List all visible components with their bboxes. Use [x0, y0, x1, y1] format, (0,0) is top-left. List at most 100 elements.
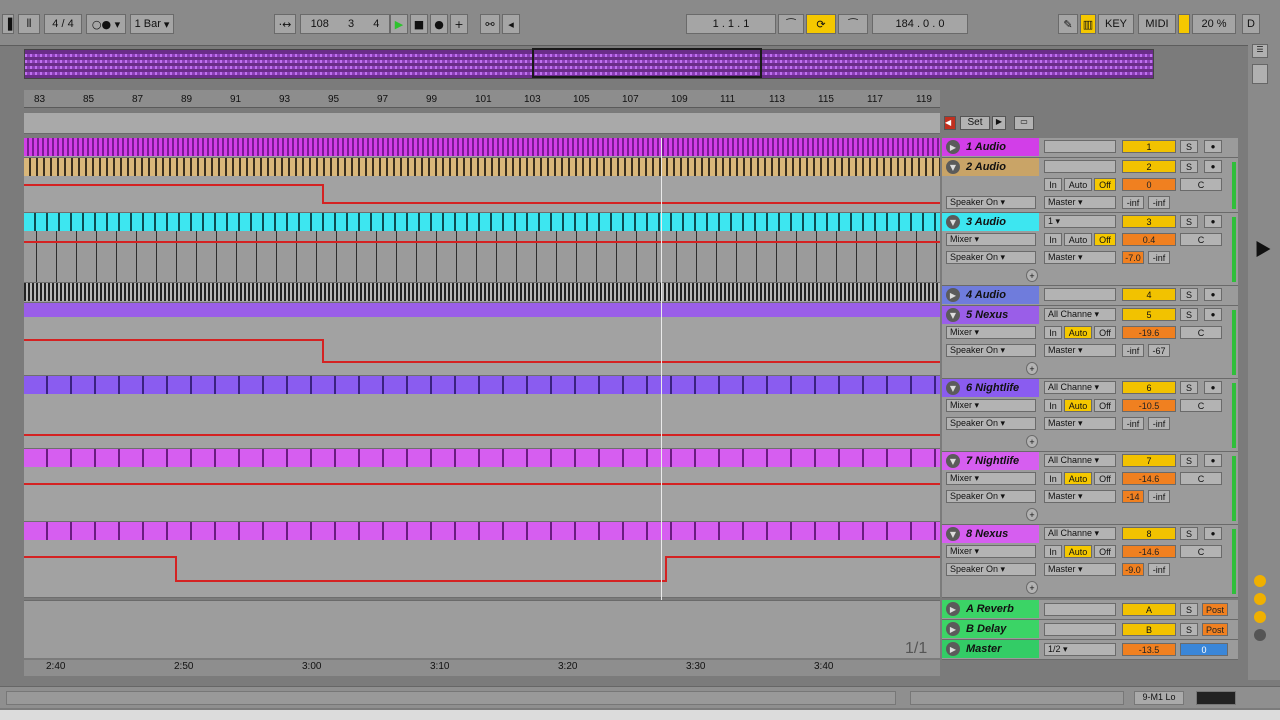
track-header[interactable]: ▼ 3 Audio 1 ▾ 3 S ● In Auto Off Mixer ▾ Speaker On… — [942, 213, 1238, 286]
computer-keyboard-button[interactable]: ▥ — [1080, 14, 1096, 34]
track-pan[interactable]: C — [1180, 233, 1222, 246]
track-header[interactable]: ▶ 1 Audio 1 S ● — [942, 138, 1238, 158]
input-type-select[interactable] — [1044, 288, 1116, 301]
track-name[interactable]: ▼ 7 Nightlife — [942, 452, 1039, 470]
post-button[interactable]: Post — [1202, 623, 1228, 636]
monitor-in-button[interactable]: In — [1044, 178, 1062, 191]
nudge-button[interactable]: ·↔ — [274, 14, 296, 34]
monitor-in-button[interactable]: In — [1044, 472, 1062, 485]
solo-button[interactable]: S — [1180, 527, 1198, 540]
track-name[interactable]: ▼ 6 Nightlife — [942, 379, 1039, 397]
automation-chooser[interactable]: Mixer ▾ — [946, 399, 1036, 412]
solo-button[interactable]: S — [1180, 160, 1198, 173]
arm-button[interactable]: ● — [1204, 160, 1222, 173]
sig-denominator[interactable]: 4 — [68, 18, 74, 30]
monitor-in-button[interactable]: In — [1044, 326, 1062, 339]
loop-length-value[interactable]: 184 . 0 . 0 — [896, 18, 945, 30]
audio-clip[interactable] — [24, 158, 940, 176]
track-activator[interactable]: 7 — [1122, 454, 1176, 467]
add-lane-button[interactable]: + — [1026, 362, 1038, 375]
arrangement-view[interactable] — [24, 138, 940, 598]
fold-icon[interactable]: ▼ — [946, 308, 960, 322]
monitor-off-button[interactable]: Off — [1094, 399, 1116, 412]
solo-button[interactable]: S — [1180, 215, 1198, 228]
return-track-header[interactable]: ▶ Master 1/2 ▾ -13.5 0 — [942, 640, 1238, 660]
midi-map-button[interactable]: MIDI — [1138, 14, 1176, 34]
audio-clip[interactable] — [24, 138, 940, 156]
automation-line[interactable] — [175, 556, 177, 580]
monitor-off-button[interactable]: Off — [1094, 326, 1116, 339]
key-map-button[interactable]: KEY — [1098, 14, 1134, 34]
automation-line[interactable] — [24, 556, 176, 558]
post-button[interactable]: Post — [1202, 603, 1228, 616]
play-button[interactable]: ▶ — [390, 14, 408, 34]
midi-clip[interactable] — [24, 449, 940, 467]
punch-out-button[interactable]: ⁀ — [838, 14, 868, 34]
send-a[interactable]: -inf — [1122, 196, 1144, 209]
track-activator[interactable]: 8 — [1122, 527, 1176, 540]
locator-next-button[interactable]: ▶ — [992, 116, 1006, 130]
track-header[interactable]: ▼ 7 Nightlife All Channe ▾ 7 S ● In Auto Off Mixe… — [942, 452, 1238, 525]
track-activator[interactable]: -13.5 — [1122, 643, 1176, 656]
track-name[interactable]: ▶ Master — [942, 640, 1039, 658]
track-header[interactable]: ▼ 6 Nightlife All Channe ▾ 6 S ● In Auto Off Mixe… — [942, 379, 1238, 452]
automation-parameter[interactable]: Speaker On ▾ — [946, 417, 1036, 430]
loop-length[interactable]: 184 . 0 . 0 — [872, 14, 968, 34]
track-name[interactable]: ▶ A Reverb — [942, 600, 1039, 618]
returns-icon[interactable] — [1254, 611, 1266, 623]
arm-button[interactable]: ● — [1204, 454, 1222, 467]
midi-clip[interactable] — [24, 376, 940, 394]
automation-arm-button[interactable]: ⚯ — [480, 14, 500, 34]
track-pan[interactable]: C — [1180, 399, 1222, 412]
automation-line[interactable] — [24, 483, 940, 485]
automation-line[interactable] — [24, 434, 940, 436]
solo-button[interactable]: S — [1180, 381, 1198, 394]
automation-parameter[interactable]: Speaker On ▾ — [946, 490, 1036, 503]
return-lanes[interactable] — [24, 600, 940, 658]
send-b[interactable]: -inf — [1148, 251, 1170, 264]
device-view-toggle[interactable] — [1196, 691, 1236, 705]
midi-clip[interactable] — [24, 303, 940, 317]
punch-in-button[interactable]: ⁀ — [778, 14, 804, 34]
input-type-select[interactable]: 1 ▾ — [1044, 215, 1116, 228]
track-activator[interactable]: 5 — [1122, 308, 1176, 321]
fold-icon[interactable]: ▶ — [946, 642, 960, 656]
sends-icon[interactable] — [1254, 593, 1266, 605]
automation-line[interactable] — [322, 202, 940, 204]
track-volume[interactable]: -14.6 — [1122, 545, 1176, 558]
loop-brace-bar[interactable] — [24, 112, 940, 134]
fold-icon[interactable]: ▼ — [946, 454, 960, 468]
track-volume[interactable]: -14.6 — [1122, 472, 1176, 485]
pos-sixteenth[interactable]: 4 — [373, 18, 379, 30]
master-volume[interactable]: 0 — [1180, 643, 1228, 656]
solo-button[interactable]: S — [1180, 140, 1198, 153]
track-pan[interactable]: C — [1180, 178, 1222, 191]
monitor-auto-button[interactable]: Auto — [1064, 233, 1092, 246]
track-pan[interactable]: C — [1180, 472, 1222, 485]
solo-button[interactable]: S — [1180, 623, 1198, 636]
arm-button[interactable]: ● — [1204, 140, 1222, 153]
fold-icon[interactable]: ▼ — [946, 215, 960, 229]
track-activator[interactable]: B — [1122, 623, 1176, 636]
monitor-off-button[interactable]: Off — [1094, 472, 1116, 485]
track-lane-1[interactable] — [24, 138, 940, 158]
tap-button[interactable]: ⦀ — [18, 14, 40, 34]
send-a[interactable]: -inf — [1122, 417, 1144, 430]
input-type-select[interactable] — [1044, 623, 1116, 636]
track-activator[interactable]: 2 — [1122, 160, 1176, 173]
io-icon[interactable] — [1254, 575, 1266, 587]
tempo-value[interactable]: 108 — [311, 18, 329, 30]
send-b[interactable]: -inf — [1148, 196, 1170, 209]
track-header[interactable]: ▶ 4 Audio 4 S ● — [942, 286, 1238, 306]
monitor-auto-button[interactable]: Auto — [1064, 472, 1092, 485]
arm-button[interactable]: ● — [1204, 527, 1222, 540]
automation-line[interactable] — [24, 184, 322, 186]
add-lane-button[interactable]: + — [1026, 581, 1038, 594]
automation-parameter[interactable]: Speaker On ▾ — [946, 344, 1036, 357]
track-volume[interactable]: -10.5 — [1122, 399, 1176, 412]
fold-icon[interactable]: ▼ — [946, 527, 960, 541]
track-name[interactable]: ▼ 8 Nexus — [942, 525, 1039, 543]
browser-toggle-button[interactable]: ☰ — [1252, 44, 1268, 58]
automation-line[interactable] — [322, 339, 324, 361]
audio-clip[interactable] — [24, 283, 940, 301]
